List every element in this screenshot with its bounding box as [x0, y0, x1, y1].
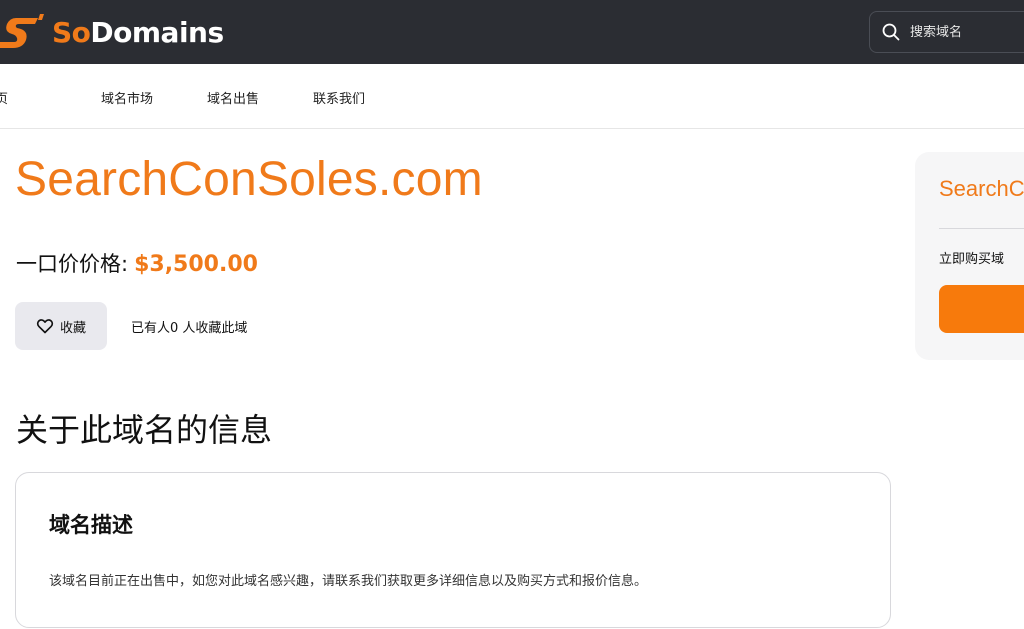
site-logo[interactable]: SoDomains — [0, 10, 224, 54]
nav-item-home[interactable]: 首页 — [0, 88, 8, 107]
main-nav: 首页 域名市场 域名出售 联系我们 — [0, 64, 1024, 129]
logo-mark-icon — [0, 14, 44, 48]
nav-item-market[interactable]: 域名市场 — [101, 88, 153, 107]
favorite-label: 收藏 — [59, 320, 86, 336]
section-heading: 关于此域名的信息 — [16, 411, 273, 449]
info-card-title: 域名描述 — [49, 513, 133, 537]
panel-divider — [939, 228, 1024, 229]
nav-item-sale[interactable]: 域名出售 — [207, 88, 259, 107]
nav-item-contact[interactable]: 联系我们 — [313, 88, 365, 107]
domain-title: SearchConSoles.com — [15, 153, 483, 206]
info-card: 域名描述 该域名目前正在出售中，如您对此域名感兴趣，请联系我们获取更多详细信息以… — [15, 472, 891, 628]
favorite-count: 已有人0 人收藏此域 — [131, 321, 248, 336]
logo-so-text: So — [52, 15, 91, 49]
search-input[interactable] — [910, 24, 1024, 40]
price-label: 一口价价格: — [16, 252, 129, 276]
price-row: 一口价价格: $3,500.00 — [16, 248, 258, 278]
info-card-text: 该域名目前正在出售中，如您对此域名感兴趣，请联系我们获取更多详细信息以及购买方式… — [49, 574, 648, 589]
panel-domain-title: SearchConSoles.com — [939, 176, 1024, 201]
logo-wordmark: SoDomains — [52, 16, 224, 49]
buy-now-button[interactable] — [939, 285, 1024, 333]
top-header: SoDomains — [0, 0, 1024, 64]
favorite-button[interactable]: 收藏 — [15, 302, 107, 350]
search-box[interactable] — [869, 11, 1024, 53]
heart-icon — [36, 319, 54, 334]
purchase-panel: SearchConSoles.com 立即购买域 — [915, 152, 1024, 360]
panel-label: 立即购买域 — [939, 252, 1005, 267]
search-icon[interactable] — [882, 23, 900, 41]
logo-domains-text: Domains — [90, 15, 224, 49]
price-value: $3,500.00 — [134, 252, 258, 277]
